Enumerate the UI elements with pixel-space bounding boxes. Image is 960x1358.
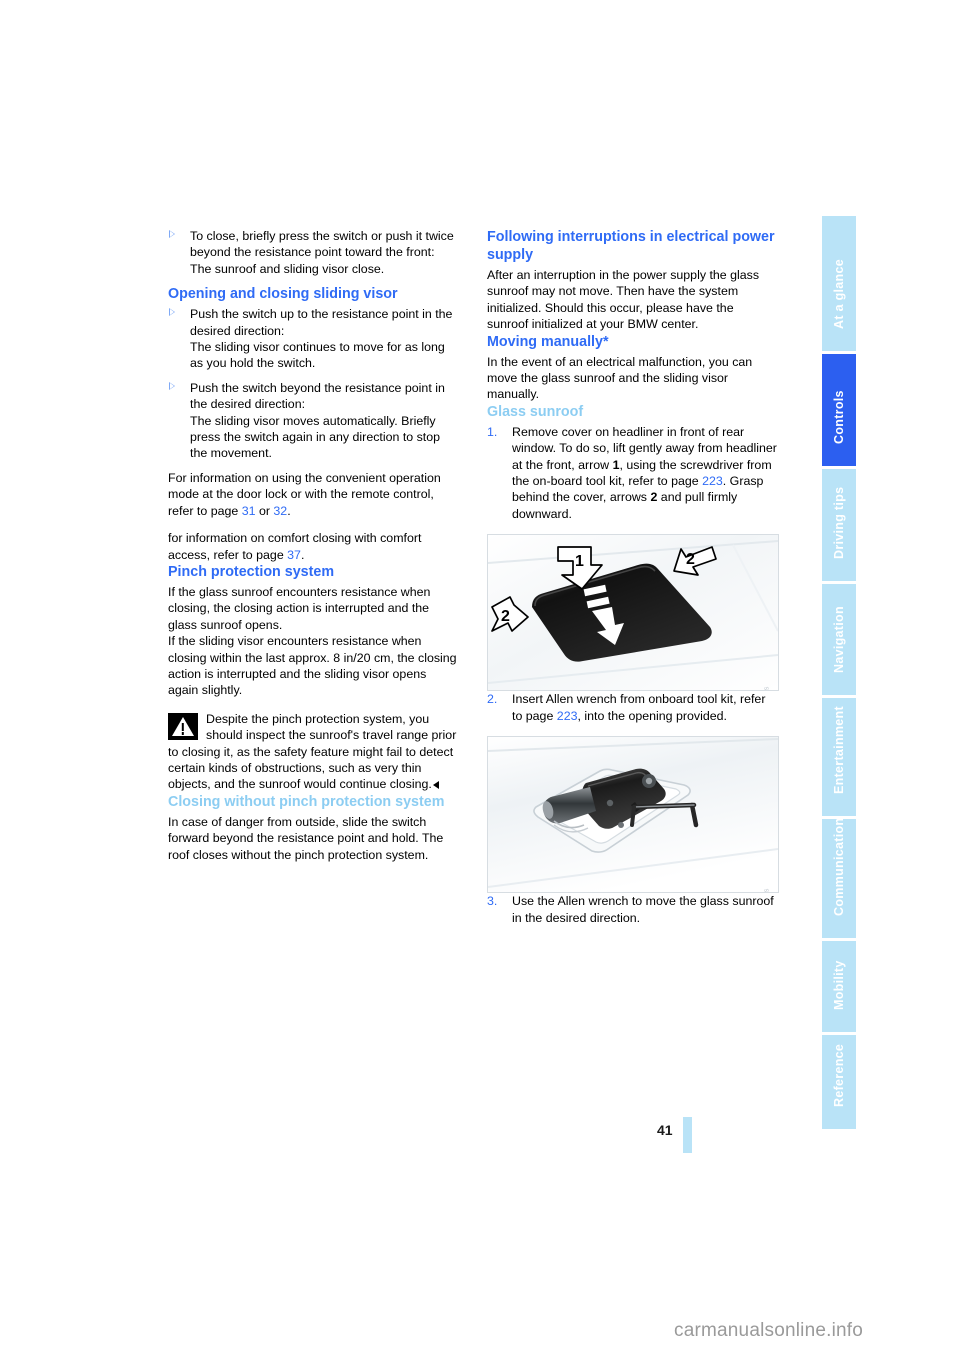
sunroof-cover-removal-illustration: 1 2 2 VWLZ06US [487,534,779,692]
bullet-triangle-icon [169,230,175,238]
svg-text:2: 2 [501,608,510,625]
procedure-steps-second: 2. Insert Allen wrench from onboard tool … [487,691,777,724]
procedure-step: 1. Remove cover on headliner in front of … [487,424,777,522]
section-tab-rail: At a glance Controls Driving tips Navigatio… [822,216,856,1132]
procedure-steps-first: 1. Remove cover on headliner in front of … [487,424,777,522]
section-tab-label: Driving tips [832,486,846,560]
manual-page: At a glance Controls Driving tips Navigatio… [0,0,960,1358]
left-text-column: To close, briefly press the switch or pu… [168,228,458,863]
page-ref-link[interactable]: 37 [287,548,301,562]
intro-bullet-list: To close, briefly press the switch or pu… [168,228,458,277]
bullet-triangle-icon [169,308,175,317]
warning-triangle-icon [168,712,198,740]
paragraph-pinch-glass-sunroof: If the glass sunroof encounters resistan… [168,584,431,632]
figure-1-graphic: 1 2 2 [488,535,778,691]
step-text: Remove cover on headliner in front of re… [512,425,777,521]
step-text: Use the Allen wrench to move the glass s… [512,894,774,924]
paragraph-following-interruptions: After an interruption in the power suppl… [487,268,760,332]
section-tab-navigation[interactable]: Navigation [822,584,856,695]
list-item-text: Push the switch beyond the resistance po… [190,380,445,461]
text-run: . [300,547,305,562]
site-watermark: carmanualsonline.info [674,1320,864,1341]
right-text-column: Following interruptions in electrical po… [487,228,779,936]
heading-glass-sunroof: Glass sunroof [487,403,584,420]
procedure-step: 3. Use the Allen wrench to move the glass… [487,893,777,926]
figure-2-graphic [488,737,778,893]
warning-note: Despite the pinch protection system, you… [168,711,458,793]
text-run: , into the opening provided. [577,708,727,723]
page-number: 41 [657,1122,673,1138]
opening-bullet-list: Push the switch up to the resistance poi… [168,306,458,462]
step-number: 3. [487,894,498,909]
section-tab-label: Reference [832,1043,846,1107]
section-tab-controls[interactable]: Controls [822,353,856,467]
section-tab-label: Controls [832,390,846,445]
text-run: . [287,503,291,518]
list-item-text: Push the switch up to the resistance poi… [190,307,453,371]
heading-moving-manually: Moving manually* [487,333,609,350]
section-tab-entertainment[interactable]: Entertainment [822,697,856,816]
svg-text:2: 2 [686,551,695,568]
svg-text:1: 1 [575,553,584,570]
list-item-text: To close, briefly press the switch or pu… [190,229,454,276]
text-run: Despite the pinch protection system, you… [168,711,457,792]
section-tab-label: Navigation [832,605,846,673]
paragraph-convenient-operation: For information on using the convenient … [168,470,458,519]
section-tab-mobility[interactable]: Mobility [822,941,856,1032]
section-tab-label: Communications [832,818,846,917]
paragraph-closing-without-pinch: In case of danger from outside, slide th… [168,814,444,862]
heading-opening-closing-sliding-visor: Opening and closing sliding visor [168,286,398,303]
section-tab-label: Entertainment [832,705,846,794]
section-tab-label: Mobility [832,959,846,1010]
paragraph-pinch-sliding-visor: If the sliding visor encounters resistan… [168,634,457,698]
step-text: Insert Allen wrench from onboard tool ki… [512,692,765,722]
paragraph-moving-manually: In the event of an electrical malfunctio… [487,354,753,402]
allen-wrench-opening-illustration: VWLZ07US [487,736,779,894]
paragraph-comfort-closing: for information on comfort closing with … [168,530,458,563]
section-tab-communications[interactable]: Communications [822,818,856,939]
procedure-steps-third: 3. Use the Allen wrench to move the glass… [487,893,777,926]
heading-pinch-protection-system: Pinch protection system [168,563,335,580]
bullet-triangle-icon [169,381,175,390]
warning-exclamation-mark [181,722,185,735]
step-number: 2. [487,692,498,707]
procedure-step: 2. Insert Allen wrench from onboard tool … [487,691,777,724]
step-number: 1. [487,424,498,439]
list-item: To close, briefly press the switch or pu… [168,228,458,277]
list-item: Push the switch beyond the resistance po… [168,380,458,462]
text-run: Use the Allen wrench to move the glass s… [512,894,774,925]
page-ref-link[interactable]: 223 [702,474,723,488]
heading-following-interruptions: Following interruptions in electrical po… [487,229,775,263]
text-run: For information on using the convenient … [168,470,441,518]
list-item: Push the switch up to the resistance poi… [168,306,458,372]
page-ref-link[interactable]: 32 [273,504,287,518]
note-end-marker-icon [432,781,439,790]
warning-note-text: Despite the pinch protection system, you… [168,711,458,793]
page-marker-bar [683,1117,692,1153]
section-tab-reference[interactable]: Reference [822,1034,856,1129]
section-tab-at-a-glance[interactable]: At a glance [822,216,856,351]
section-tab-label: At a glance [832,258,846,329]
page-ref-link[interactable]: 31 [242,504,256,518]
text-run: or [255,503,274,518]
section-tab-driving-tips[interactable]: Driving tips [822,469,856,582]
page-ref-link[interactable]: 223 [557,709,578,723]
heading-closing-without-pinch-protection: Closing without pinch protection system [168,793,445,810]
